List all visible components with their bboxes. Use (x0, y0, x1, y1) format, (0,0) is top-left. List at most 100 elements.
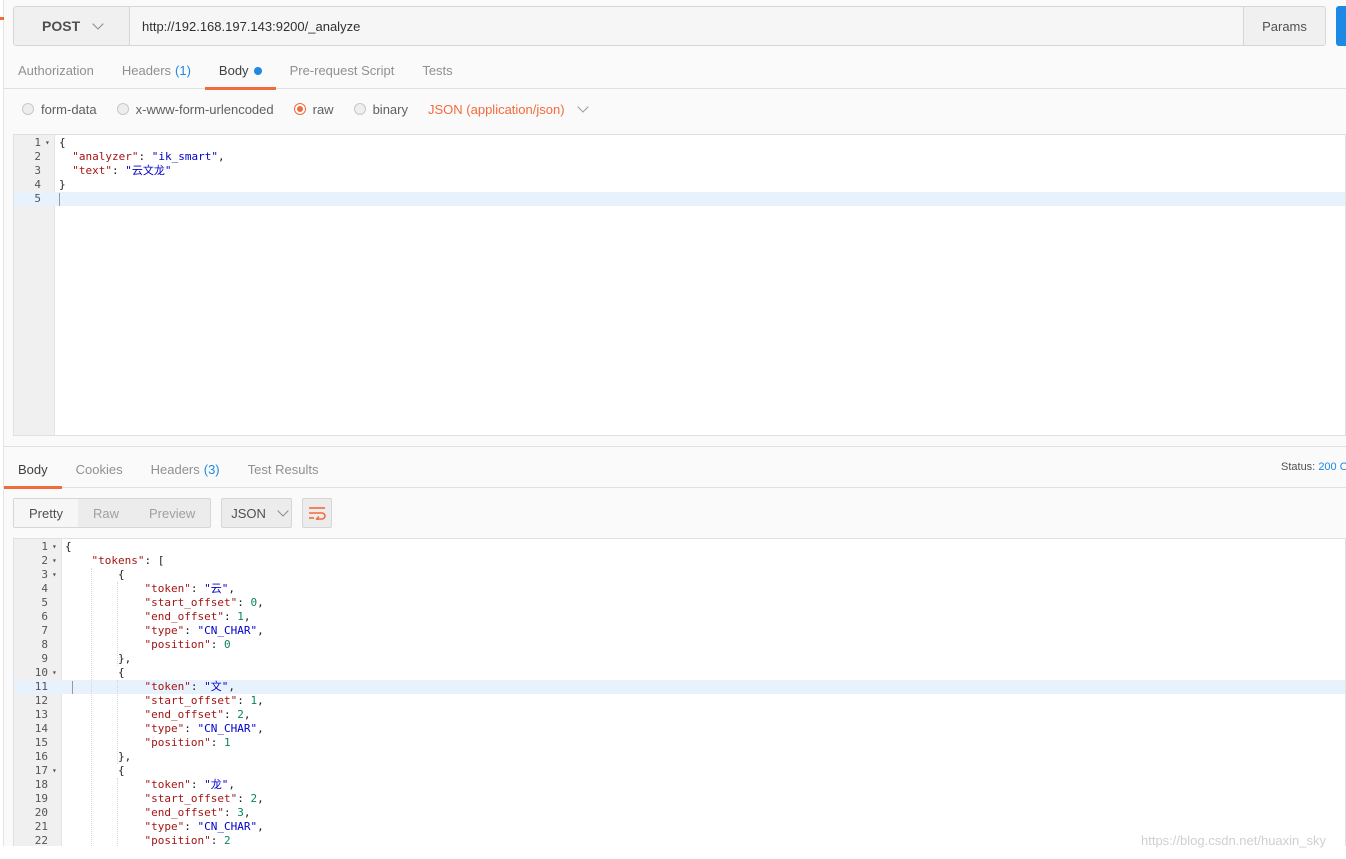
code-text: "position": 0 (144, 638, 231, 651)
wrap-lines-button[interactable] (302, 498, 333, 528)
response-toolbar: Pretty Raw Preview JSON (13, 498, 333, 528)
line-number: 1 (34, 136, 41, 149)
indent-guide (117, 778, 118, 848)
radio-raw[interactable]: raw (293, 102, 334, 117)
status-code[interactable]: 200 O (1318, 461, 1346, 473)
line-number: 10 (34, 666, 48, 679)
tab-label: Test Results (247, 462, 319, 477)
fold-arrow-icon[interactable]: ▾ (52, 764, 57, 778)
code-text: { (65, 666, 125, 679)
tab-response-headers[interactable]: Headers (3) (137, 451, 234, 488)
tab-label: Headers (121, 63, 172, 78)
code-text: "type": "CN_CHAR", (144, 624, 264, 637)
tab-cookies[interactable]: Cookies (62, 451, 137, 488)
code-line: 21 "type": "CN_CHAR", (14, 820, 1345, 834)
tab-authorization[interactable]: Authorization (4, 52, 108, 89)
radio-checked-icon (293, 103, 306, 115)
line-number: 3 (41, 568, 48, 581)
code-text: } (59, 178, 66, 191)
code-line: 5 "start_offset": 0, (14, 596, 1345, 610)
tab-label: Tests (422, 63, 453, 78)
code-line: 9 }, (14, 652, 1345, 666)
code-text: { (65, 568, 125, 581)
code-text: "end_offset": 2, (144, 708, 251, 721)
fold-arrow-icon[interactable]: ▾ (52, 568, 57, 582)
code-text: "start_offset": 2, (144, 792, 264, 805)
tab-label: Cookies (75, 462, 123, 477)
text-cursor (59, 193, 60, 206)
code-text: "end_offset": 3, (144, 806, 251, 819)
code-line: 17 ▾ { (14, 764, 1345, 778)
preview-button[interactable]: Preview (134, 499, 210, 527)
code-line: 18 "token": "龙", (14, 778, 1345, 792)
send-button[interactable] (1336, 6, 1346, 46)
line-number: 8 (41, 638, 48, 651)
status-readout: Status: 200 O (1281, 461, 1346, 473)
params-button[interactable]: Params (1243, 7, 1325, 45)
line-number: 20 (34, 806, 48, 819)
code-line: 2 ▾ "tokens": [ (14, 554, 1345, 568)
code-text: { (65, 540, 72, 553)
line-number: 17 (34, 764, 48, 777)
radio-circle-icon (116, 103, 129, 115)
code-text: "end_offset": 1, (144, 610, 251, 623)
code-line: 20 "end_offset": 3, (14, 806, 1345, 820)
line-number: 2 (34, 150, 41, 163)
code-text: "analyzer": "ik_smart", (72, 150, 225, 163)
response-tabs: Body Cookies Headers (3) Test Results (4, 451, 1346, 489)
raw-button[interactable]: Raw (78, 499, 134, 527)
text-cursor (72, 681, 73, 694)
response-body-viewer[interactable]: 1 ▾ {2 ▾ "tokens": [3 ▾ {4 "token": "云", 5 "s… (13, 538, 1346, 848)
code-line: 1 ▾ { (14, 540, 1345, 554)
pretty-button[interactable]: Pretty (14, 499, 78, 527)
code-line: 14 "type": "CN_CHAR", (14, 722, 1345, 736)
url-input[interactable]: http://192.168.197.143:9200/_analyze (130, 7, 1243, 45)
line-number: 9 (41, 652, 48, 665)
indent-guide (117, 582, 118, 666)
code-line: 3 "text": "云文龙" (14, 164, 1345, 178)
indent-guide (117, 680, 118, 764)
content-type-label: JSON (application/json) (428, 101, 565, 117)
line-number: 18 (34, 778, 48, 791)
code-line: 15 "position": 1 (14, 736, 1345, 750)
code-line: 6 "end_offset": 1, (14, 610, 1345, 624)
code-text: "tokens": [ (91, 554, 165, 567)
code-line: 19 "start_offset": 2, (14, 792, 1345, 806)
radio-circle-icon (353, 103, 366, 115)
method-dropdown[interactable]: POST (14, 7, 130, 45)
code-line: 4 "token": "云", (14, 582, 1345, 596)
fold-arrow-icon[interactable]: ▾ (52, 666, 57, 680)
radio-binary[interactable]: binary (353, 102, 408, 117)
code-text: "text": "云文龙" (72, 164, 172, 177)
code-line: 11 "token": "文", (14, 680, 1345, 694)
format-dropdown[interactable]: JSON (221, 498, 293, 528)
chevron-down-icon (277, 504, 289, 517)
line-number: 19 (34, 792, 48, 805)
request-body-editor[interactable]: 1 ▾ {2 "analyzer": "ik_smart", 3 "text": "云… (13, 134, 1346, 436)
divider (4, 446, 1346, 447)
code-line: 10 ▾ { (14, 666, 1345, 680)
tab-body[interactable]: Body (204, 52, 276, 90)
fold-arrow-icon[interactable]: ▾ (45, 136, 50, 150)
fold-arrow-icon[interactable]: ▾ (52, 554, 57, 568)
radio-form-data[interactable]: form-data (22, 102, 97, 117)
code-line: 16 }, (14, 750, 1345, 764)
tab-label: Body (18, 462, 48, 477)
line-number: 7 (41, 624, 48, 637)
content-type-dropdown[interactable]: JSON (application/json) (428, 100, 589, 117)
wrap-lines-icon (309, 507, 326, 520)
tab-headers[interactable]: Headers (1) (108, 52, 205, 89)
fold-arrow-icon[interactable]: ▾ (52, 540, 57, 554)
request-tabs: Authorization Headers (1) Body Pre-reques… (4, 52, 1346, 90)
code-text: }, (65, 750, 132, 763)
tab-response-body[interactable]: Body (4, 451, 62, 489)
radio-x-www-form-urlencoded[interactable]: x-www-form-urlencoded (116, 101, 274, 117)
tab-tests[interactable]: Tests (408, 52, 466, 89)
line-number: 2 (41, 554, 48, 567)
code-text: { (59, 136, 66, 149)
tab-pre-request-script[interactable]: Pre-request Script (276, 52, 409, 89)
format-label: JSON (231, 505, 266, 521)
radio-label: x-www-form-urlencoded (135, 101, 274, 117)
tab-test-results[interactable]: Test Results (234, 451, 333, 488)
code-line: 7 "type": "CN_CHAR", (14, 624, 1345, 638)
